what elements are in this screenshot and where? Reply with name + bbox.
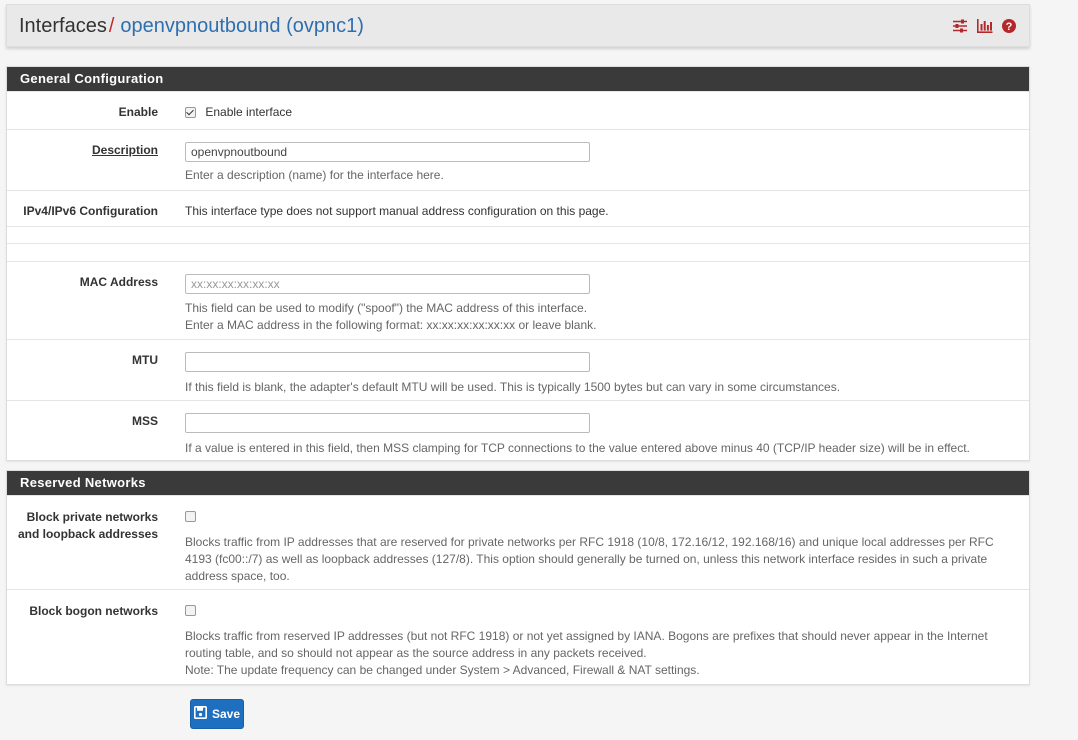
mss-input[interactable]	[185, 413, 590, 433]
enable-field: Enable interface	[185, 104, 1019, 121]
panel-heading: General Configuration	[7, 67, 1029, 91]
reserved-networks-panel: Reserved Networks Block private networks…	[6, 470, 1030, 685]
ip-config-row: IPv4/IPv6 Configuration This interface t…	[7, 190, 1029, 226]
mac-address-help: Enter a MAC address in the following for…	[185, 318, 597, 332]
help-icon[interactable]: ?	[1001, 18, 1017, 34]
breadcrumb-current[interactable]: openvpnoutbound (ovpnc1)	[120, 15, 364, 37]
block-private-label: Block private networks and loopback addr…	[7, 509, 158, 543]
save-button[interactable]: Save	[190, 699, 244, 729]
mss-help: If a value is entered in this field, the…	[185, 441, 970, 455]
block-private-label-line: Block private networks	[26, 510, 158, 524]
block-bogon-row: Block bogon networks Blocks traffic from…	[7, 589, 1029, 685]
block-bogon-label: Block bogon networks	[29, 604, 158, 618]
mtu-field: If this field is blank, the adapter's de…	[185, 352, 1019, 396]
description-label[interactable]: Description	[7, 142, 158, 159]
breadcrumb-icons: ?	[952, 18, 1017, 34]
enable-checkbox[interactable]	[185, 107, 196, 119]
block-private-checkbox[interactable]	[185, 511, 196, 523]
mtu-label: MTU	[132, 353, 158, 367]
enable-row: Enable Enable interface	[7, 91, 1029, 129]
enable-checkbox-label[interactable]: Enable interface	[205, 105, 292, 119]
mac-address-help: This field can be used to modify ("spoof…	[185, 301, 588, 315]
description-row: Description Enter a description (name) f…	[7, 129, 1029, 190]
breadcrumb-separator: /	[108, 15, 115, 37]
ip-config-label: IPv4/IPv6 Configuration	[23, 204, 158, 218]
spacer-row	[7, 243, 1029, 261]
description-field: Enter a description (name) for the inter…	[185, 142, 1019, 184]
mac-address-field: This field can be used to modify ("spoof…	[185, 274, 1019, 334]
sliders-icon[interactable]	[952, 18, 968, 34]
block-bogon-note: Note: The update frequency can be change…	[185, 663, 700, 677]
svg-text:?: ?	[1006, 21, 1013, 33]
block-bogon-field: Blocks traffic from reserved IP addresse…	[185, 603, 1019, 679]
mtu-input[interactable]	[185, 352, 590, 372]
block-bogon-checkbox[interactable]	[185, 605, 196, 617]
save-icon	[193, 706, 207, 722]
mss-row: MSS If a value is entered in this field,…	[7, 400, 1029, 460]
mac-address-row: MAC Address This field can be used to mo…	[7, 261, 1029, 339]
mac-address-input[interactable]	[185, 274, 590, 294]
block-private-label-line: and loopback addresses	[17, 527, 158, 541]
description-input[interactable]	[185, 142, 590, 162]
mss-field: If a value is entered in this field, the…	[185, 413, 1019, 457]
breadcrumb: Interfaces / openvpnoutbound (ovpnc1)	[19, 15, 364, 38]
mss-label: MSS	[131, 414, 158, 428]
block-private-row: Block private networks and loopback addr…	[7, 495, 1029, 589]
save-button-label: Save	[211, 707, 241, 721]
general-configuration-panel: General Configuration Enable Enable inte…	[6, 66, 1030, 461]
enable-label: Enable	[118, 105, 158, 119]
block-private-help: Blocks traffic from IP addresses that ar…	[185, 535, 994, 583]
spacer-row	[7, 226, 1029, 243]
breadcrumb-bar: Interfaces / openvpnoutbound (ovpnc1) ?	[6, 4, 1030, 47]
block-private-field: Blocks traffic from IP addresses that ar…	[185, 509, 1019, 585]
panel-heading: Reserved Networks	[7, 471, 1029, 495]
mtu-help: If this field is blank, the adapter's de…	[185, 380, 841, 394]
mtu-row: MTU If this field is blank, the adapter'…	[7, 339, 1029, 400]
ip-config-text: This interface type does not support man…	[185, 204, 609, 218]
bar-chart-icon[interactable]	[976, 18, 993, 34]
block-bogon-help: Blocks traffic from reserved IP addresse…	[185, 629, 988, 660]
mac-address-label: MAC Address	[79, 275, 158, 289]
breadcrumb-root[interactable]: Interfaces	[19, 15, 107, 37]
description-help: Enter a description (name) for the inter…	[185, 168, 444, 182]
